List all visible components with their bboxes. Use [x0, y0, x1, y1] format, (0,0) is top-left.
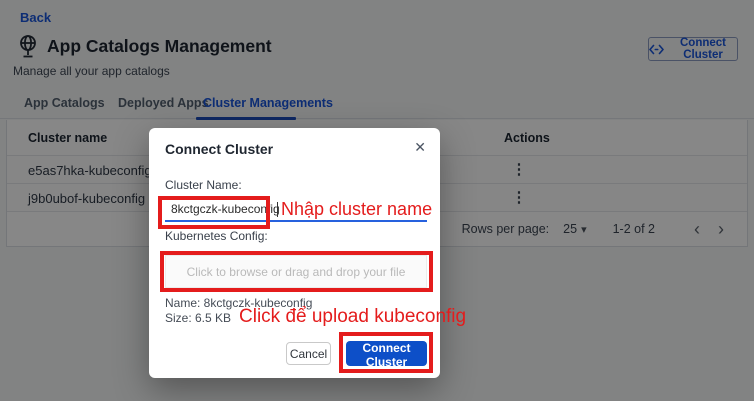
uploaded-file-size: Size: 6.5 KB	[165, 311, 231, 325]
modal-title: Connect Cluster	[165, 141, 273, 157]
kubernetes-config-label: Kubernetes Config:	[165, 229, 268, 243]
connect-cluster-submit-button[interactable]: Connect Cluster	[346, 341, 427, 366]
cancel-button[interactable]: Cancel	[286, 342, 331, 365]
cluster-name-input[interactable]	[165, 197, 427, 222]
cluster-name-label: Cluster Name:	[165, 178, 242, 192]
close-icon[interactable]: ✕	[414, 139, 426, 156]
connect-cluster-modal: Connect Cluster ✕ Cluster Name: Kubernet…	[149, 128, 440, 378]
uploaded-file-name: Name: 8kctgczk-kubeconfig	[165, 296, 312, 310]
app-window: Back App Catalogs Management Manage all …	[0, 0, 754, 401]
text-caret	[277, 202, 278, 217]
dropzone-placeholder: Click to browse or drag and drop your fi…	[187, 265, 406, 279]
kubeconfig-dropzone[interactable]: Click to browse or drag and drop your fi…	[165, 255, 427, 288]
